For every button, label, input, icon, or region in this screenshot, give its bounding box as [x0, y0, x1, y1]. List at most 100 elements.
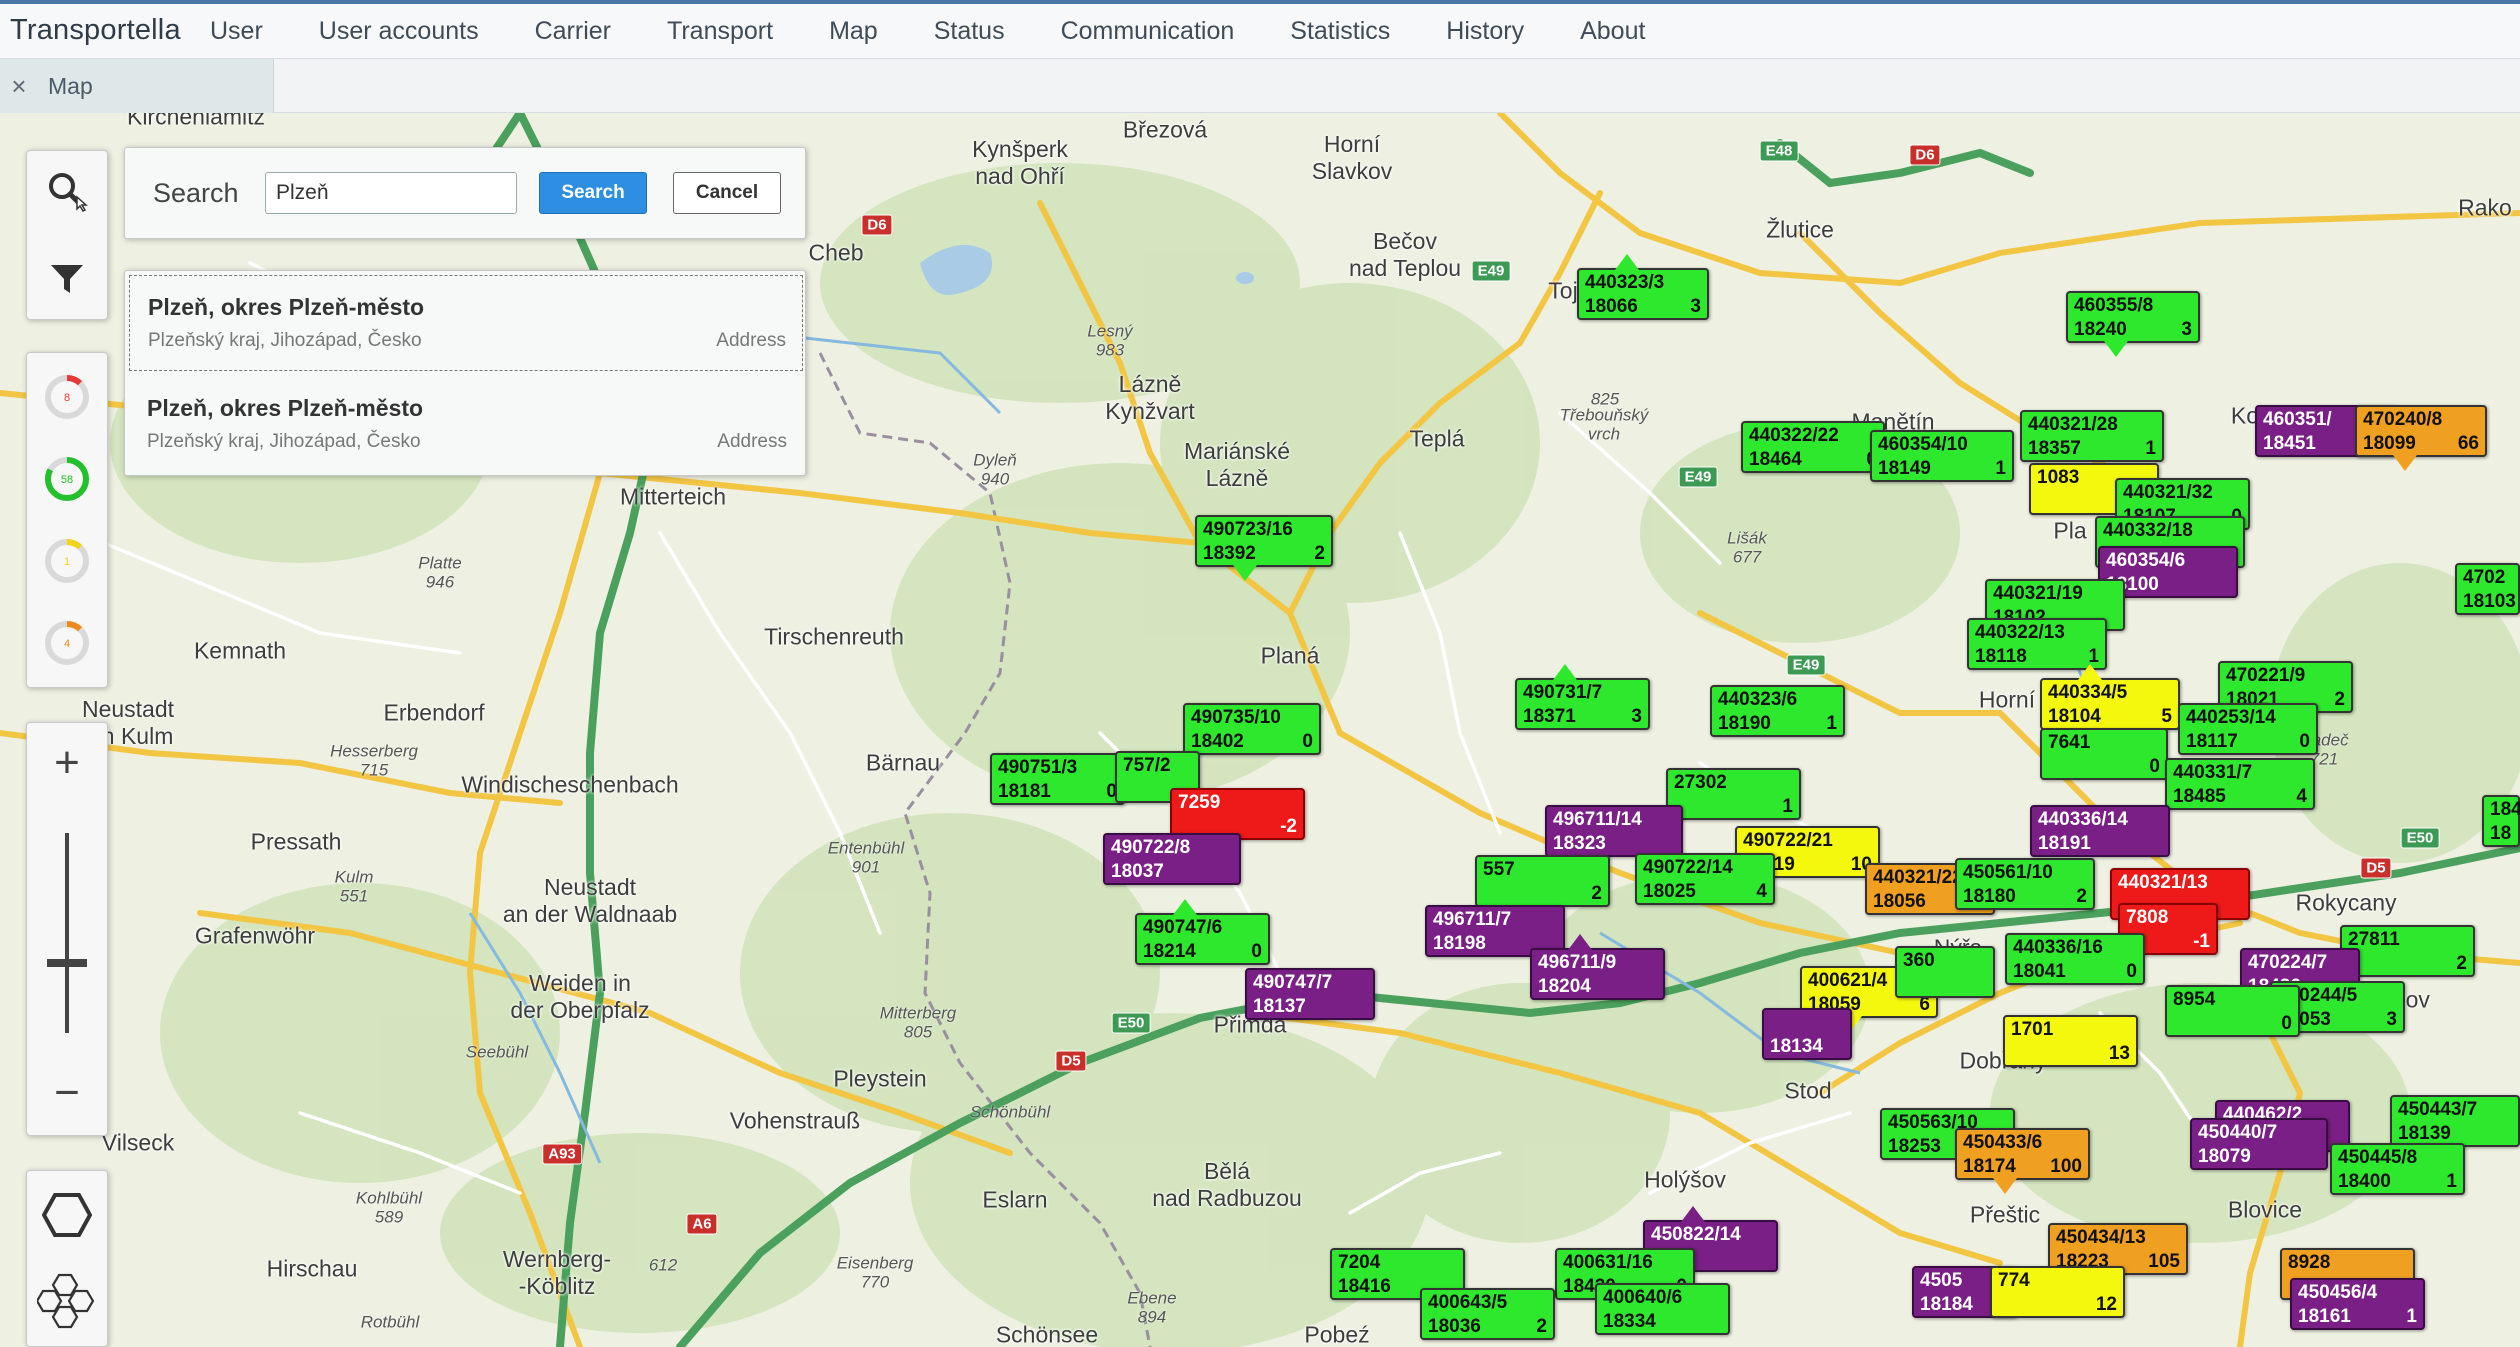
vehicle-marker[interactable]: 440253/14 18117 0	[2178, 703, 2318, 755]
cancel-button[interactable]: Cancel	[673, 172, 781, 214]
vehicle-marker[interactable]: 440331/7 18485 4	[2165, 758, 2315, 810]
vehicle-number: 18099	[2363, 433, 2416, 454]
result-subtitle: Plzeňský kraj, Jihozápad, Česko	[148, 330, 422, 351]
vehicle-marker[interactable]: 470240/8 18099 66	[2355, 405, 2487, 471]
hill-label: Seebühl	[465, 1042, 529, 1062]
zoom-in-icon[interactable]: +	[27, 723, 107, 803]
vehicle-marker[interactable]: 8954 0	[2165, 985, 2300, 1037]
result-title: Plzeň, okres Plzeň-město	[147, 395, 424, 421]
vehicle-marker[interactable]: 450561/10 18180 2	[1955, 858, 2095, 910]
menu-item-transport[interactable]: Transport	[667, 17, 773, 46]
vehicle-marker[interactable]: 400643/5 18036 2	[1420, 1288, 1555, 1340]
app-title: Transportella	[10, 14, 181, 46]
place-label: Blovice	[2227, 1196, 2303, 1223]
place-label: Březová	[1122, 116, 1208, 143]
vehicle-marker[interactable]: 490751/3 18181 0	[990, 753, 1125, 805]
place-label: Rako	[2458, 194, 2512, 221]
vehicle-marker[interactable]: 360	[1895, 946, 1995, 998]
menu-item-status[interactable]: Status	[934, 17, 1005, 46]
menu-item-user-accounts[interactable]: User accounts	[319, 17, 479, 46]
vehicle-marker[interactable]: 450440/7 18079	[2190, 1118, 2328, 1170]
vehicle-number: 18184	[1920, 1294, 1973, 1315]
search-input[interactable]	[265, 172, 517, 214]
vehicle-marker[interactable]: 496711/14 18323	[1545, 805, 1683, 857]
vehicle-marker[interactable]: 7641 0	[2040, 728, 2168, 780]
vehicle-marker[interactable]: 774 12	[1990, 1266, 2125, 1318]
road-shield: D6	[861, 214, 893, 236]
place-label: Lázně Kynžvart	[1105, 371, 1195, 424]
vehicle-id: 400621/4	[1808, 970, 1888, 991]
search-result-item[interactable]: Plzeň, okres Plzeň-město Plzeňský kraj, …	[129, 275, 803, 371]
menu-item-communication[interactable]: Communication	[1061, 17, 1235, 46]
vehicle-marker[interactable]: 460354/10 18149 1	[1870, 430, 2014, 482]
search-result-item[interactable]: Plzeň, okres Plzeň-město Plzeňský kraj, …	[129, 377, 803, 473]
vehicle-marker[interactable]: 557 2	[1475, 855, 1610, 907]
result-type: Address	[716, 330, 786, 351]
vehicle-marker[interactable]: 490723/16 18392 2	[1195, 515, 1333, 581]
vehicle-marker[interactable]: 496711/9 18204	[1530, 934, 1665, 1000]
vehicle-marker[interactable]: 490735/10 18402 0	[1183, 703, 1321, 755]
menu-item-map[interactable]: Map	[829, 17, 878, 46]
search-button[interactable]: Search	[539, 172, 647, 214]
vehicle-marker[interactable]: 27811 2	[2340, 925, 2475, 977]
vehicle-id: 440253/14	[2186, 707, 2276, 728]
vehicle-marker[interactable]: 460355/8 18240 3	[2066, 291, 2200, 357]
vehicle-marker[interactable]: 440336/14 18191	[2030, 805, 2170, 857]
road-shield: D5	[2360, 857, 2392, 879]
vehicle-marker[interactable]: 490747/6 18214 0	[1135, 899, 1270, 965]
menu-item-about[interactable]: About	[1580, 17, 1645, 46]
vehicle-number: 18149	[1878, 458, 1931, 479]
vehicle-status-count: 4	[2296, 786, 2307, 807]
status-green-gauge-icon[interactable]: 58	[27, 439, 107, 519]
vehicle-marker[interactable]: 1701 13	[2003, 1015, 2138, 1067]
search-icon[interactable]	[27, 155, 107, 235]
vehicle-marker[interactable]: 4702 18103	[2455, 563, 2520, 615]
place-label: Kynšperk nad Ohří	[972, 136, 1068, 189]
vehicle-marker[interactable]: 27302 1	[1666, 768, 1801, 820]
vehicle-status-count: 0	[2126, 961, 2137, 982]
vehicle-marker[interactable]: 440334/5 18104 5	[2040, 664, 2180, 730]
vehicle-marker[interactable]: 440321/28 18357 1	[2020, 410, 2164, 462]
vehicle-marker[interactable]: 450433/6 18174 100	[1955, 1128, 2090, 1194]
vehicle-marker[interactable]: 450443/7 18139	[2390, 1095, 2520, 1147]
vehicle-id: 440332/18	[2103, 520, 2193, 541]
menu-item-history[interactable]: History	[1446, 17, 1524, 46]
vehicle-marker[interactable]: 490722/8 18037	[1103, 833, 1241, 885]
vehicle-status-count: 0	[1302, 731, 1313, 752]
menu-item-carrier[interactable]: Carrier	[535, 17, 611, 46]
menu-item-user[interactable]: User	[210, 17, 263, 46]
vehicle-marker[interactable]: 450456/4 18161 1	[2290, 1278, 2425, 1330]
vehicle-marker[interactable]: 18134	[1762, 1008, 1852, 1060]
zoom-slider-thumb[interactable]	[47, 959, 87, 967]
vehicle-marker[interactable]: 440322/13 18118 1	[1967, 618, 2107, 670]
close-icon[interactable]: ×	[6, 71, 32, 102]
marker-pointer	[2393, 455, 2417, 471]
vehicle-marker[interactable]: 440336/16 18041 0	[2005, 933, 2145, 985]
status-yellow-gauge-icon[interactable]: 1	[27, 521, 107, 601]
vehicle-marker[interactable]: 490731/7 18371 3	[1515, 664, 1650, 730]
status-red-gauge-icon[interactable]: 8	[27, 357, 107, 437]
vehicle-marker[interactable]: 490722/14 18025 4	[1635, 853, 1775, 905]
tab-map[interactable]: × Map	[0, 59, 274, 113]
vehicle-marker[interactable]: 490747/7 18137	[1245, 968, 1375, 1020]
vehicle-status-count: 3	[2386, 1009, 2397, 1030]
vehicle-marker[interactable]: 440323/3 18066 3	[1577, 254, 1709, 320]
zoom-slider[interactable]	[27, 833, 107, 1033]
place-label: Windischeschenbach	[461, 771, 679, 798]
vehicle-status-count: 1	[1826, 713, 1837, 734]
hexagon-icon[interactable]	[27, 1175, 107, 1255]
vehicle-marker[interactable]: 440323/6 18190 1	[1710, 685, 1845, 737]
zoom-out-icon[interactable]: −	[27, 1053, 107, 1133]
vehicle-status-count: 1	[2446, 1171, 2457, 1192]
vehicle-marker[interactable]: 184 18	[2482, 795, 2520, 847]
vehicle-marker[interactable]: 440322/22184640	[1741, 421, 1885, 473]
place-label: Pressath	[250, 828, 342, 855]
vehicle-marker[interactable]: 400640/6 18334	[1595, 1283, 1730, 1335]
filter-icon[interactable]	[27, 239, 107, 319]
status-orange-gauge-icon[interactable]: 4	[27, 603, 107, 683]
hexagon-cluster-icon[interactable]	[27, 1261, 107, 1341]
menu-item-statistics[interactable]: Statistics	[1290, 17, 1390, 46]
place-label: Bečov nad Teplou	[1348, 228, 1462, 281]
vehicle-marker[interactable]: 450445/8 18400 1	[2330, 1143, 2465, 1195]
vehicle-number: 18464	[1749, 449, 1802, 470]
